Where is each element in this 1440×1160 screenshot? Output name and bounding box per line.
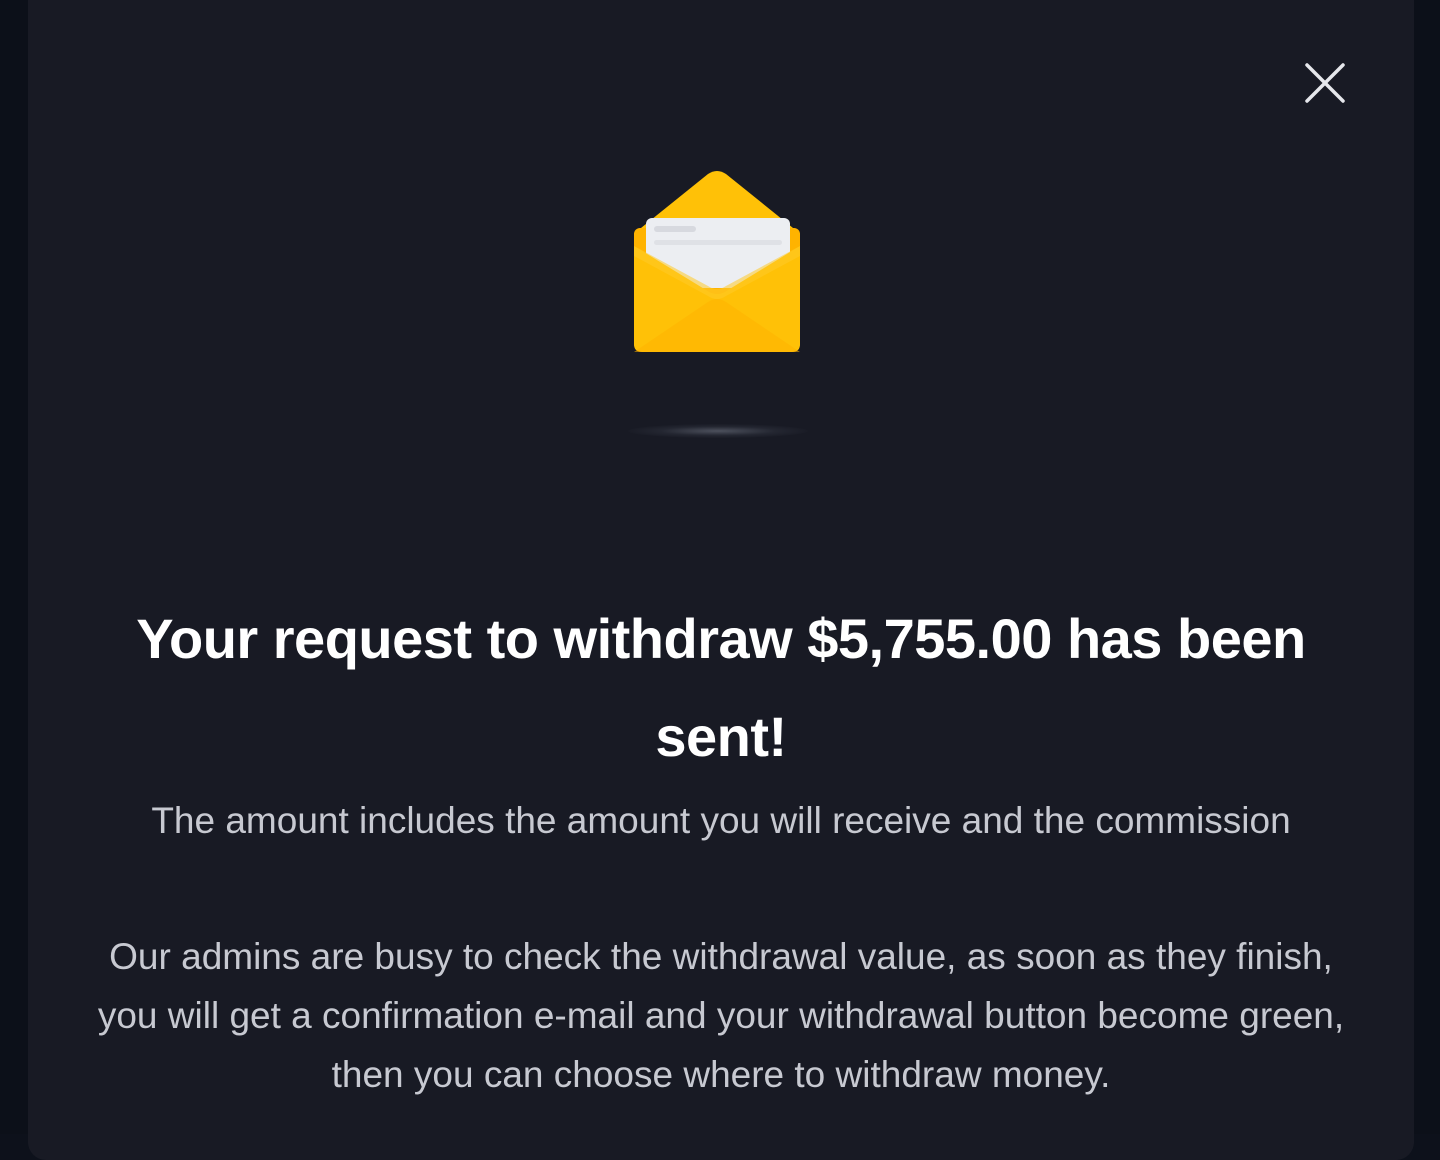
open-envelope-icon	[634, 171, 800, 352]
withdraw-request-title: Your request to withdraw $5,755.00 has b…	[136, 607, 1306, 768]
close-button[interactable]	[1300, 58, 1350, 108]
envelope-shadow	[628, 424, 808, 438]
admin-review-message: Our admins are busy to check the withdra…	[97, 936, 1345, 1095]
close-icon	[1305, 63, 1345, 103]
withdraw-confirmation-modal: Your request to withdraw $5,755.00 has b…	[28, 0, 1414, 1160]
amount-note: The amount includes the amount you will …	[151, 800, 1291, 841]
